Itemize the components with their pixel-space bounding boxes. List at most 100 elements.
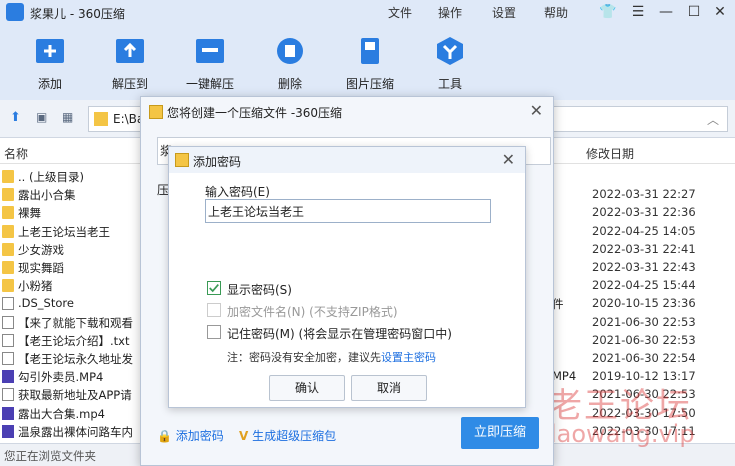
add-password-title: 添加密码 (193, 155, 242, 169)
toolbar-quick-extract-label: 一键解压 (185, 77, 234, 91)
video-file-icon (2, 406, 14, 420)
security-note: 注：密码没有安全加密，建议先设置主密码 (227, 349, 436, 365)
minimize-button[interactable]: — (656, 2, 676, 22)
toolbar-quick-extract-button[interactable]: 一键解压 (170, 36, 250, 92)
extract-icon (116, 39, 144, 63)
file-name: 【老王论坛永久地址发 (18, 352, 133, 366)
folder-icon (2, 224, 14, 238)
create-archive-close-button[interactable]: ✕ (530, 101, 543, 120)
file-name: 勾引外卖员.MP4 (18, 370, 104, 385)
folder-icon (2, 279, 14, 293)
app-logo-icon (6, 3, 24, 21)
file-name: 【来了就能下载和观看 (18, 315, 133, 330)
show-password-label: 显示密码(S) (227, 283, 292, 297)
folder-icon (2, 242, 14, 256)
file-name: 少女游戏 (18, 242, 64, 257)
toolbar-delete-button[interactable]: 删除 (250, 36, 330, 92)
window-title: 浆果儿 - 360压缩 (30, 7, 125, 21)
file-name: .. (上级目录) (18, 170, 84, 184)
folder-icon (2, 188, 14, 202)
file-date: 2021-06-30 22:54 (592, 351, 696, 365)
video-file-icon (2, 370, 14, 384)
column-modified-date[interactable]: 修改日期 (586, 145, 634, 162)
add-password-close-button[interactable]: ✕ (502, 150, 515, 169)
compress-now-button[interactable]: 立即压缩 (461, 417, 539, 449)
file-name: 温泉露出裸体问路车内 (18, 424, 133, 439)
video-file-icon (2, 424, 14, 438)
menu-icon[interactable]: ☰ (628, 2, 648, 22)
up-arrow-icon[interactable]: ⬆ (10, 110, 21, 125)
security-note-text: 注：密码没有安全加密，建议先 (227, 351, 381, 364)
remember-password-checkbox[interactable] (207, 325, 221, 339)
view-grid-icon[interactable]: ▦ (62, 110, 73, 124)
folder-icon (2, 170, 14, 183)
file-icon (2, 297, 14, 311)
file-date: 2022-03-31 22:36 (592, 205, 696, 220)
password-label: 输入密码(E) (205, 185, 270, 199)
file-icon (2, 315, 14, 329)
file-date: 2022-04-25 15:44 (592, 278, 696, 293)
file-icon (2, 388, 14, 402)
view-list-icon[interactable]: ▣ (36, 110, 47, 124)
file-name: 现实舞蹈 (18, 261, 64, 275)
close-button[interactable]: ✕ (710, 2, 730, 22)
file-date: 2021-06-30 22:53 (592, 314, 696, 329)
lock-icon: 🔒 (157, 429, 172, 443)
file-icon (2, 333, 14, 347)
add-password-link[interactable]: 🔒 添加密码 (157, 427, 224, 444)
super-compress-link[interactable]: V 生成超级压缩包 (239, 427, 336, 444)
title-toolbar-area: 浆果儿 - 360压缩 文件 操作 设置 帮助 👕 ☰ — ☐ ✕ 添加 解压到… (0, 0, 735, 100)
add-password-header: 添加密码 ✕ (169, 147, 525, 173)
trash-icon (277, 38, 303, 64)
add-password-label: 添加密码 (175, 429, 224, 443)
super-compress-label: 生成超级压缩包 (252, 429, 337, 443)
toolbar-extract-label: 解压到 (111, 77, 148, 91)
menu-help[interactable]: 帮助 (544, 4, 568, 21)
toolbar-add-button[interactable]: 添加 (10, 36, 90, 92)
file-name: 裸舞 (18, 206, 41, 221)
checkmark-icon (209, 284, 219, 293)
file-name: 上老王论坛当老王 (18, 224, 110, 239)
image-compress-icon (361, 38, 379, 64)
add-icon (36, 39, 64, 63)
maximize-button[interactable]: ☐ (684, 2, 704, 22)
file-name: 露出大合集.mp4 (18, 406, 105, 421)
encrypt-names-label: 加密文件名(N) (不支持ZIP格式) (227, 305, 398, 319)
confirm-button[interactable]: 确认 (269, 375, 345, 401)
password-input[interactable]: 上老王论坛当老王 (205, 199, 491, 223)
cancel-button[interactable]: 取消 (351, 375, 427, 401)
file-date: 2020-10-15 23:36 (592, 296, 696, 311)
check-v-icon: V (239, 429, 249, 443)
show-password-checkbox[interactable] (207, 281, 221, 295)
menu-settings[interactable]: 设置 (492, 4, 516, 21)
remember-password-label: 记住密码(M) (将会显示在管理密码窗口中) (227, 327, 452, 341)
toolbar-image-compress-label: 图片压缩 (345, 77, 394, 91)
file-date: 2022-03-31 22:41 (592, 241, 696, 256)
menu-file[interactable]: 文件 (388, 4, 412, 21)
file-name: 露出小合集 (18, 188, 76, 203)
file-date: 2021-06-30 22:53 (592, 332, 696, 347)
toolbar-image-compress-button[interactable]: 图片压缩 (330, 36, 410, 92)
encrypt-names-checkbox[interactable] (207, 303, 221, 317)
status-text: 您正在浏览文件夹 (4, 449, 96, 463)
file-icon (2, 352, 14, 365)
folder-icon (94, 112, 108, 126)
file-date: 2022-03-31 22:27 (592, 187, 696, 202)
chevron-up-icon[interactable]: ︿ (707, 111, 719, 128)
toolbar-extract-button[interactable]: 解压到 (90, 36, 170, 92)
file-name: 【老王论坛介绍】.txt (18, 333, 130, 348)
toolbar-delete-label: 删除 (277, 77, 302, 91)
dialog-archive-icon (149, 105, 163, 119)
set-master-password-link[interactable]: 设置主密码 (381, 351, 436, 364)
skin-icon[interactable]: 👕 (598, 2, 618, 22)
tools-icon (437, 37, 463, 65)
toolbar-tools-button[interactable]: 工具 (410, 36, 490, 92)
dialog-archive-icon (175, 153, 189, 167)
file-name: 获取最新地址及APP请 (18, 388, 132, 403)
file-name: 小粉猪 (18, 279, 53, 294)
menu-operation[interactable]: 操作 (438, 4, 462, 21)
folder-icon (2, 206, 14, 220)
toolbar-tools-label: 工具 (437, 77, 462, 91)
column-name[interactable]: 名称 (4, 145, 28, 162)
file-date: 2022-03-31 22:43 (592, 260, 696, 274)
